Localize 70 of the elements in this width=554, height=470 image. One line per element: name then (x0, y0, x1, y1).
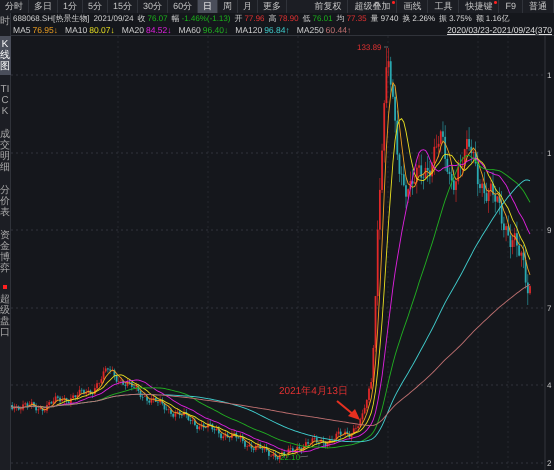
leader-line (300, 456, 308, 458)
field-value: 77.35 (346, 13, 367, 25)
ma-value: 76.95↓ (32, 24, 58, 36)
toolbar-button[interactable]: F9 (499, 0, 523, 13)
ma-value: 96.84↑ (264, 24, 290, 36)
field-value: 2.26% (412, 13, 436, 25)
ma-label: MA10 (65, 24, 88, 36)
toolbar-button[interactable]: 前复权 (308, 0, 348, 13)
sidebar-tab[interactable]: 成交明细 (0, 126, 10, 176)
toolbar-button[interactable]: 工具 (428, 0, 460, 13)
sidebar-tab[interactable]: 分价表 (0, 182, 10, 221)
field-label: 振 (439, 13, 448, 25)
quote-date: 2021/09/24 (93, 13, 134, 25)
period-tab[interactable]: 周 (218, 0, 238, 13)
ma-value: 60.44↑ (326, 24, 352, 36)
period-tab[interactable]: 更多 (258, 0, 288, 13)
ma-value: 96.40↓ (202, 24, 228, 36)
sidebar-tab[interactable]: 超级盘口 (0, 291, 10, 341)
toolbar-button[interactable]: 普通 (523, 0, 554, 13)
low-price-label: 22.10 (280, 453, 300, 462)
high-price-label: 133.89 (357, 43, 382, 52)
stock-symbol: 688068.SH[热景生物] (13, 13, 90, 25)
field-value: 78.90 (278, 13, 299, 25)
ma-label: MA120 (235, 24, 262, 36)
field-label: 额 (476, 13, 484, 25)
annotation-text: 2021年4月13日 (279, 386, 348, 397)
field-label: 收 (138, 13, 146, 25)
field-label: 换 (402, 13, 410, 25)
ma-label: MA250 (296, 24, 324, 36)
sidebar-tab[interactable]: 资金博弈 (0, 227, 10, 277)
period-tab[interactable]: 月 (238, 0, 258, 13)
toolbar-button[interactable]: 画线 (397, 0, 428, 13)
leader-line (384, 46, 388, 48)
field-label: 开 (234, 13, 242, 25)
ma-value: 80.07↓ (89, 24, 115, 36)
ma-value: 84.52↓ (146, 24, 172, 36)
field-value: 3.75% (449, 13, 472, 25)
axis-label: 7 (547, 304, 552, 313)
field-label: 高 (268, 13, 277, 25)
field-label: 低 (302, 13, 311, 25)
toolbar-button[interactable]: 超级叠加 (348, 0, 398, 13)
sidebar-tab[interactable]: 时 (0, 13, 10, 30)
field-label: 幅 (172, 13, 180, 25)
period-tab[interactable]: 日 (198, 0, 218, 13)
annotation-arrow (336, 400, 360, 420)
axis-label: 1 (547, 71, 552, 80)
period-tab[interactable]: 5分 (83, 0, 108, 13)
ma-label: MA20 (122, 24, 144, 36)
field-value: 1.16亿 (486, 13, 510, 25)
period-tab[interactable]: 15分 (108, 0, 138, 13)
axis-label: 1 (547, 149, 552, 158)
axis-label: 9 (547, 226, 552, 235)
field-value: 76.01 (312, 13, 333, 25)
sidebar-tab[interactable]: K线图 (0, 36, 10, 75)
field-value: 76.07 (148, 13, 168, 25)
period-tab[interactable]: 多日 (29, 0, 58, 13)
date-range: 2020/03/23-2021/09/24(370 (447, 24, 552, 36)
field-value: 9740 (380, 13, 398, 25)
ma-label: MA5 (13, 24, 30, 36)
field-value: -1.46%(-1.13) (182, 13, 230, 25)
field-label: 量 (370, 13, 379, 25)
axis-label: 2 (547, 459, 552, 468)
period-tab[interactable]: 1分 (58, 0, 84, 13)
sidebar-tab[interactable]: TICK (0, 81, 10, 120)
ma-label: MA60 (178, 24, 201, 36)
period-tab[interactable]: 30分 (138, 0, 168, 13)
field-label: 均 (336, 13, 345, 25)
field-value: 77.96 (244, 13, 265, 25)
axis-label: 4 (547, 381, 552, 390)
toolbar-button[interactable]: 快捷键 (459, 0, 500, 13)
